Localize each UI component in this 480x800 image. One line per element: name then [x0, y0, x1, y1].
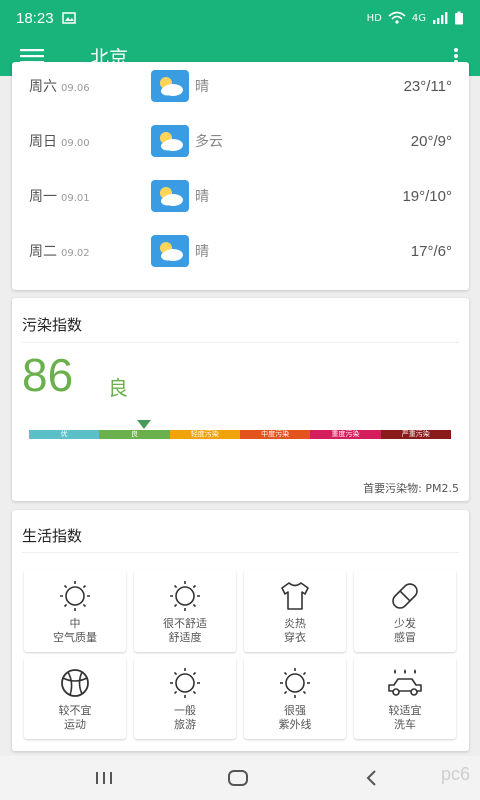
life-index-card: 生活指数 中 空气质量 很不舒适 舒适度 炎热 穿衣 少发 感冒 较不宜 运动 …: [12, 510, 469, 751]
divider: [22, 342, 459, 343]
home-icon: [228, 770, 248, 786]
forecast-row: 周日 09.00 多云 20°/9°: [12, 121, 469, 161]
aqi-value: 86: [22, 349, 74, 401]
aqi-scale-segment: 重度污染: [310, 430, 381, 439]
life-index-name: 紫外线: [278, 718, 312, 731]
life-index-level: 炎热: [284, 617, 306, 630]
life-index-level: 较适宜: [388, 704, 422, 717]
life-index-tile[interactable]: 中 空气质量: [24, 570, 126, 652]
divider: [22, 552, 459, 553]
hd-indicator: HD: [366, 12, 382, 24]
forecast-date: 09.01: [61, 193, 90, 204]
weather-icon: [151, 70, 189, 102]
life-index-name: 运动: [64, 718, 86, 731]
life-index-level: 少发: [394, 617, 416, 630]
life-index-level: 中: [69, 617, 81, 630]
forecast-condition: 晴: [195, 79, 209, 95]
life-index-tile[interactable]: 很强 紫外线: [244, 657, 346, 739]
forecast-temp: 20°/9°: [410, 132, 452, 150]
weather-icon: [151, 125, 189, 157]
life-index-level: 很强: [284, 704, 306, 717]
forecast-row: 周一 09.01 晴 19°/10°: [12, 176, 469, 216]
forecast-day: 周一 09.01: [29, 189, 90, 205]
forecast-day: 周二 09.02: [29, 244, 90, 260]
sun-icon: [170, 581, 200, 611]
sun-icon: [170, 668, 200, 698]
life-index-tile[interactable]: 较适宜 洗车: [354, 657, 456, 739]
forecast-date: 09.06: [61, 83, 90, 94]
watermark-logo: pc6: [440, 764, 470, 784]
forecast-temp: 19°/10°: [402, 187, 452, 205]
pill-icon: [392, 583, 418, 609]
sun-icon: [60, 581, 90, 611]
forecast-row: 周六 09.06 晴 23°/11°: [12, 66, 469, 106]
recents-button[interactable]: [84, 766, 124, 790]
aqi-scale-segment: 中度污染: [239, 430, 311, 439]
life-index-level: 很不舒适: [163, 617, 207, 630]
primary-pollutant: 首要污染物: PM2.5: [363, 482, 459, 495]
life-index-name: 穿衣: [284, 631, 306, 644]
forecast-condition: 晴: [195, 244, 209, 260]
forecast-day: 周日 09.00: [29, 134, 90, 150]
life-index-tile[interactable]: 一般 旅游: [134, 657, 236, 739]
forecast-row: 周二 09.02 晴 17°/6°: [12, 231, 469, 271]
life-index-level: 较不宜: [58, 704, 92, 717]
life-index-name: 空气质量: [53, 631, 97, 644]
life-title: 生活指数: [22, 527, 83, 545]
life-index-tile[interactable]: 很不舒适 舒适度: [134, 570, 236, 652]
aqi-scale-segment: 良: [99, 430, 170, 439]
gallery-icon: [61, 12, 76, 24]
life-index-tile[interactable]: 少发 感冒: [354, 570, 456, 652]
forecast-date: 09.00: [61, 138, 90, 149]
network-type: 4G: [411, 12, 426, 24]
aqi-scale-bar: 优 良 轻度污染 中度污染 重度污染 严重污染: [29, 430, 451, 439]
status-bar: 18:23 HD 4G: [0, 0, 480, 36]
forecast-day: 周六 09.06: [29, 79, 90, 95]
basketball-icon: [61, 669, 89, 697]
weather-icon: [151, 235, 189, 267]
forecast-temp: 23°/11°: [403, 77, 452, 95]
life-index-level: 一般: [174, 704, 196, 717]
aqi-scale-segment: 严重污染: [380, 430, 451, 439]
life-index-name: 感冒: [394, 631, 416, 644]
life-index-name: 旅游: [174, 718, 196, 731]
recents-icon: [96, 772, 112, 784]
aqi-scale-segment: 轻度污染: [169, 430, 240, 439]
life-index-name: 洗车: [394, 718, 416, 731]
aqi-level: 良: [108, 376, 128, 400]
tshirt-icon: [281, 582, 309, 610]
forecast-condition: 晴: [195, 189, 209, 205]
system-nav-bar: [0, 756, 480, 800]
aqi-scale-segment: 优: [29, 430, 100, 439]
life-index-name: 舒适度: [168, 631, 202, 644]
life-index-tile[interactable]: 炎热 穿衣: [244, 570, 346, 652]
signal-icon: [433, 12, 448, 24]
weather-icon: [151, 180, 189, 212]
aqi-card: 污染指数 86 良 优 良 轻度污染 中度污染 重度污染 严重污染 首要污染物:…: [12, 298, 469, 501]
life-index-tile[interactable]: 较不宜 运动: [24, 657, 126, 739]
forecast-card: 周六 09.06 晴 23°/11° 周日 09.00 多云 20°/9° 周一 09…: [12, 62, 469, 290]
forecast-temp: 17°/6°: [410, 242, 452, 260]
battery-icon: [455, 11, 463, 25]
wifi-icon: [388, 11, 406, 24]
home-button[interactable]: [218, 766, 258, 790]
aqi-title: 污染指数: [22, 316, 83, 334]
forecast-date: 09.02: [61, 248, 90, 259]
aqi-pointer: [137, 420, 151, 429]
car-wash-icon: [388, 669, 422, 696]
forecast-condition: 多云: [195, 134, 223, 150]
sun-icon: [280, 668, 310, 698]
back-icon: [366, 770, 376, 786]
back-button[interactable]: [352, 766, 392, 790]
status-time: 18:23: [16, 9, 54, 27]
